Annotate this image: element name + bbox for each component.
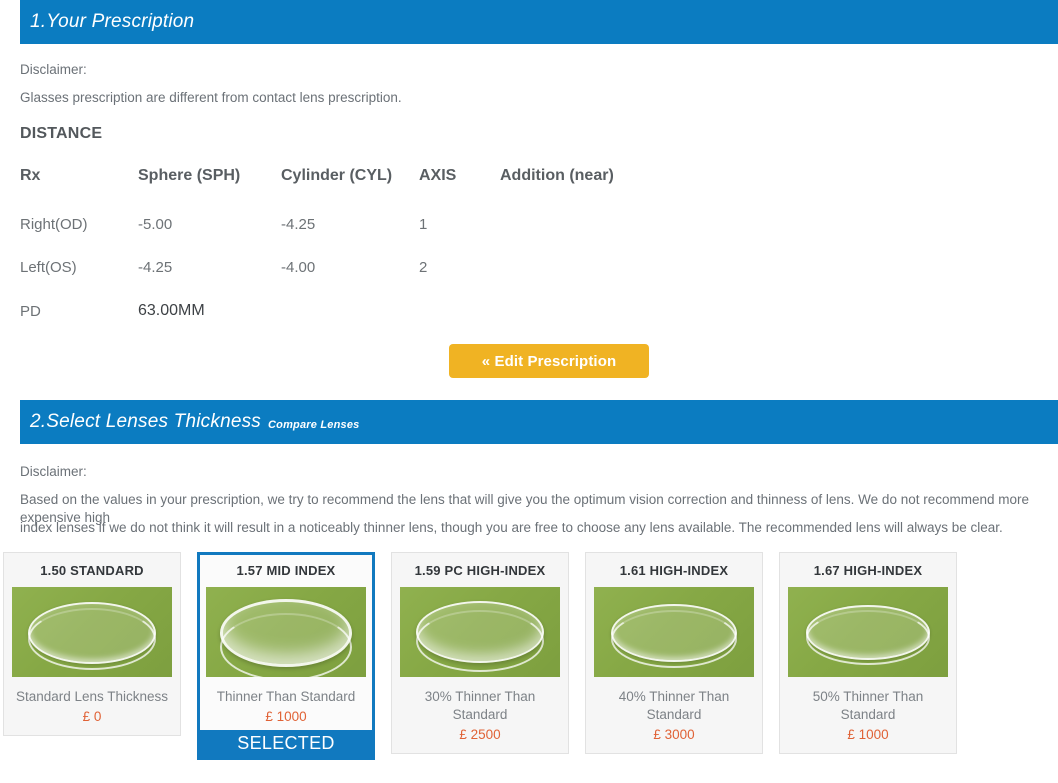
lens-card-1-57-mid-index[interactable]: 1.57 MID INDEX Thinner Than Standard £ 1… [197, 552, 375, 761]
lens-card-price: £ 2500 [459, 727, 501, 743]
column-header-axis: AXIS [419, 167, 457, 184]
lens-option-list: 1.50 STANDARD Standard Lens Thickness £ … [3, 552, 1055, 761]
lens-card-price: £ 1000 [265, 709, 307, 725]
lens-card-price: £ 3000 [653, 727, 695, 743]
edit-prescription-button[interactable]: « Edit Prescription [449, 344, 649, 378]
lens-shape [806, 605, 930, 660]
lens-shape [416, 601, 544, 663]
cell-pd-blank-1 [281, 302, 419, 320]
cell-left-cylinder: -4.00 [281, 259, 316, 276]
cell-pd-value: 63.00MM [138, 302, 205, 319]
lens-card-price: £ 0 [82, 709, 102, 725]
section-header-prescription: 1.Your Prescription [20, 0, 1058, 44]
table-row: Left(OS) -4.25 -4.00 2 [20, 259, 614, 302]
lens-card-1-67-high-index[interactable]: 1.67 HIGH-INDEX 50% Thinner Than Standar… [779, 552, 957, 755]
lens-card-description: 30% Thinner Than Standard [424, 689, 536, 723]
lens-card-title: 1.61 HIGH-INDEX [619, 563, 729, 578]
lens-card-title: 1.67 HIGH-INDEX [813, 563, 923, 578]
prescription-table: Rx Sphere (SPH) Cylinder (CYL) AXIS Addi… [20, 167, 614, 320]
table-header-row: Rx Sphere (SPH) Cylinder (CYL) AXIS Addi… [20, 167, 614, 216]
section-1-title: 1.Your Prescription [30, 11, 195, 32]
lens-card-description: 50% Thinner Than Standard [812, 689, 924, 723]
table-row: Right(OD) -5.00 -4.25 1 [20, 216, 614, 259]
lens-card-1-59-pc-high-index[interactable]: 1.59 PC HIGH-INDEX 30% Thinner Than Stan… [391, 552, 569, 755]
lens-card-description: Thinner Than Standard [216, 689, 356, 704]
row-label-left-os: Left(OS) [20, 259, 77, 276]
lens-image-icon [400, 587, 560, 677]
distance-heading: DISTANCE [20, 125, 103, 142]
cell-right-axis: 1 [419, 216, 428, 233]
lens-card-title: 1.59 PC HIGH-INDEX [414, 563, 546, 578]
cell-right-sphere: -5.00 [138, 216, 173, 233]
lens-configurator-page: 1.Your Prescription Disclaimer: Glasses … [0, 0, 1058, 783]
lens-disclaimer-label: Disclaimer: [20, 464, 87, 479]
section-header-lens-thickness: 2.Select Lenses Thickness Compare Lenses [20, 400, 1058, 444]
lens-card-description: 40% Thinner Than Standard [618, 689, 730, 723]
column-header-sphere: Sphere (SPH) [138, 167, 241, 184]
lens-image-icon [594, 587, 754, 677]
lens-card-1-50-standard[interactable]: 1.50 STANDARD Standard Lens Thickness £ … [3, 552, 181, 737]
lens-shape [611, 604, 737, 662]
column-header-rx: Rx [20, 167, 41, 184]
column-header-cylinder: Cylinder (CYL) [281, 167, 393, 184]
lens-shape [220, 599, 352, 667]
cell-left-axis: 2 [419, 259, 428, 276]
cell-pd-blank-3 [500, 302, 614, 320]
lens-shape [28, 602, 156, 664]
compare-lenses-link[interactable]: Compare Lenses [268, 419, 359, 431]
cell-right-addition [500, 216, 614, 259]
lens-disclaimer-line-2: index lenses if we do not think it will … [20, 520, 1003, 535]
lens-card-title: 1.57 MID INDEX [236, 563, 336, 578]
prescription-disclaimer-text: Glasses prescription are different from … [20, 90, 402, 105]
lens-card-title: 1.50 STANDARD [40, 563, 144, 578]
table-row-pd: PD 63.00MM [20, 302, 614, 320]
row-label-right-od: Right(OD) [20, 216, 88, 233]
cell-left-sphere: -4.25 [138, 259, 173, 276]
column-header-addition: Addition (near) [500, 167, 614, 184]
row-label-pd: PD [20, 302, 41, 320]
lens-image-icon [12, 587, 172, 677]
lens-image-icon [206, 587, 366, 677]
lens-image-icon [788, 587, 948, 677]
lens-card-description: Standard Lens Thickness [15, 689, 169, 704]
section-2-title: 2.Select Lenses Thickness [30, 411, 262, 432]
lens-card-price: £ 1000 [847, 727, 889, 743]
lens-card-1-61-high-index[interactable]: 1.61 HIGH-INDEX 40% Thinner Than Standar… [585, 552, 763, 755]
prescription-disclaimer-label: Disclaimer: [20, 62, 87, 77]
cell-right-cylinder: -4.25 [281, 216, 316, 233]
cell-left-addition [500, 259, 614, 302]
selected-badge: SELECTED [200, 730, 372, 758]
cell-pd-blank-2 [419, 302, 500, 320]
